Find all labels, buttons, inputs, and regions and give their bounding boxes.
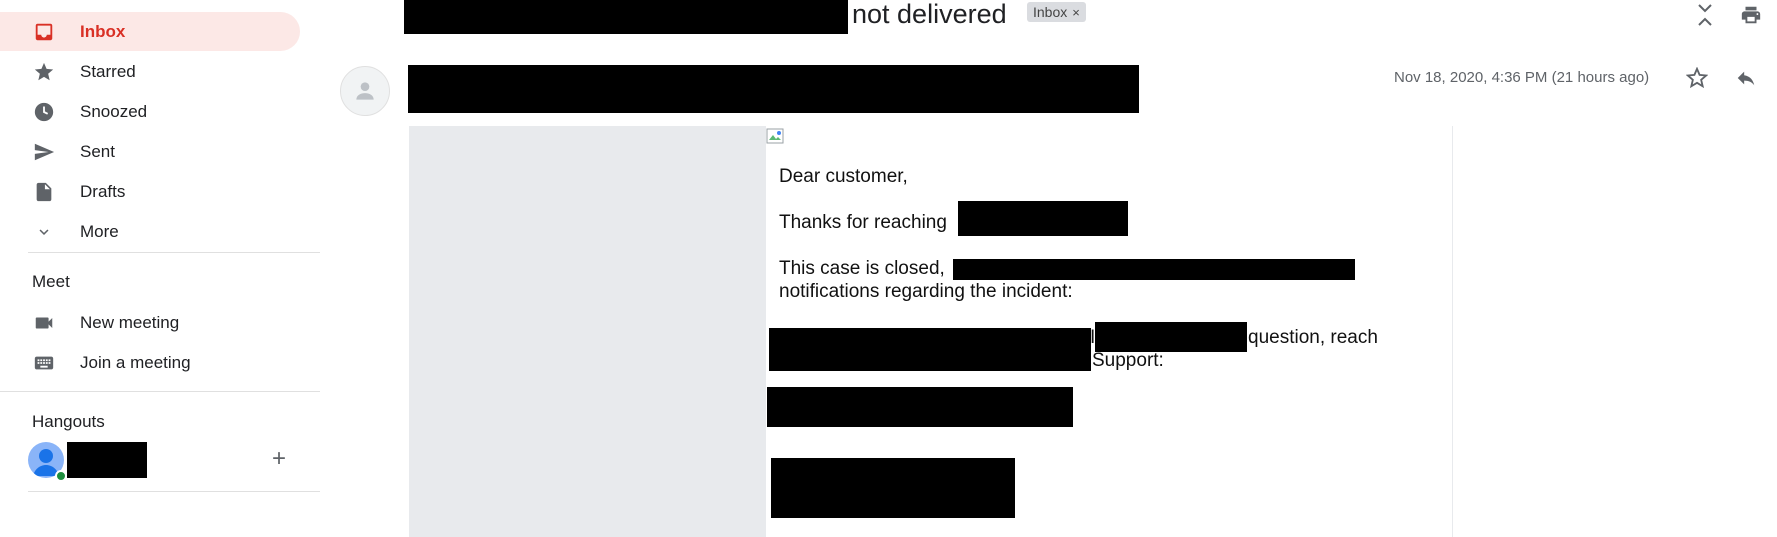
print-icon[interactable] xyxy=(1738,2,1764,28)
sidebar-item-label: More xyxy=(80,221,119,241)
email-question-text: question, reach xyxy=(1248,327,1378,348)
broken-image-icon xyxy=(766,128,786,146)
online-status-dot xyxy=(55,470,67,482)
sidebar-item-label: Starred xyxy=(80,61,136,81)
redacted-contact xyxy=(767,387,1073,427)
collapse-all-icon[interactable] xyxy=(1692,2,1718,28)
redacted-company xyxy=(958,201,1128,236)
add-hangout-button[interactable]: + xyxy=(268,445,290,472)
chevron-down-icon xyxy=(32,220,56,244)
sidebar-item-label: Sent xyxy=(80,141,115,161)
label-chip-inbox[interactable]: Inbox × xyxy=(1027,2,1086,22)
sidebar-item-snoozed[interactable]: Snoozed xyxy=(0,92,300,131)
sidebar-item-join-meeting[interactable]: Join a meeting xyxy=(0,343,300,382)
redacted-signature xyxy=(771,458,1015,518)
clock-icon xyxy=(32,100,56,124)
sidebar-divider xyxy=(28,252,320,253)
sidebar-item-sent[interactable]: Sent xyxy=(0,132,300,171)
sidebar-item-label: Drafts xyxy=(80,181,126,201)
sidebar-item-new-meeting[interactable]: New meeting xyxy=(0,303,300,342)
sidebar: Inbox Starred Snoozed Sent Drafts More M… xyxy=(0,0,320,537)
sidebar-item-drafts[interactable]: Drafts xyxy=(0,172,300,211)
message-date: Nov 18, 2020, 4:36 PM (21 hours ago) xyxy=(1394,69,1650,86)
email-subject: not delivered xyxy=(852,0,1007,29)
sender-avatar[interactable] xyxy=(340,66,390,116)
email-greeting: Dear customer, xyxy=(779,166,908,187)
reply-icon[interactable] xyxy=(1733,65,1759,91)
hangouts-section-title: Hangouts xyxy=(32,412,105,431)
email-closed-text: This case is closed, xyxy=(779,258,945,279)
sidebar-divider xyxy=(0,391,320,392)
redacted-username xyxy=(67,442,147,478)
sidebar-item-label: Join a meeting xyxy=(80,352,191,372)
sidebar-item-label: New meeting xyxy=(80,312,180,332)
draft-icon xyxy=(32,180,56,204)
inbox-icon xyxy=(32,20,56,44)
redacted-sender xyxy=(408,65,1139,113)
redacted-text xyxy=(953,259,1355,280)
sidebar-item-label: Inbox xyxy=(80,21,126,41)
keyboard-icon xyxy=(32,351,56,375)
star-icon xyxy=(32,60,56,84)
redacted-subject xyxy=(404,0,848,34)
email-thanks-text: Thanks for reaching xyxy=(779,212,947,233)
hangouts-user-row[interactable]: + xyxy=(28,440,300,482)
remove-label-icon[interactable]: × xyxy=(1072,5,1080,20)
email-notifications-text: notifications regarding the incident: xyxy=(779,281,1073,302)
sidebar-item-label: Snoozed xyxy=(80,101,148,121)
sidebar-item-inbox[interactable]: Inbox xyxy=(0,12,300,51)
label-chip-text: Inbox xyxy=(1033,4,1068,20)
send-icon xyxy=(32,140,56,164)
sidebar-item-more[interactable]: More xyxy=(0,212,300,251)
sidebar-item-starred[interactable]: Starred xyxy=(0,52,300,91)
star-toggle-icon[interactable] xyxy=(1684,65,1710,91)
sidebar-divider xyxy=(28,491,320,492)
redacted-text xyxy=(769,328,1091,371)
email-support-text: Support: xyxy=(1092,350,1164,371)
redacted-text xyxy=(1095,322,1247,352)
gmail-page: Inbox Starred Snoozed Sent Drafts More M… xyxy=(0,0,1777,537)
meet-section-title: Meet xyxy=(32,272,70,291)
video-camera-icon xyxy=(32,311,56,335)
